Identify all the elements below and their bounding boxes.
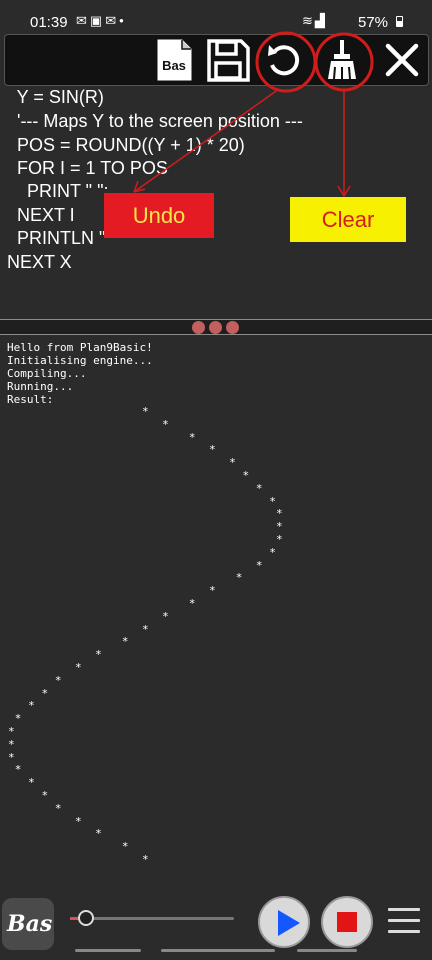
clear-button[interactable] [319, 37, 365, 83]
code-line: NEXT X [7, 252, 72, 272]
code-line: PRINT " "; [7, 181, 109, 201]
output-star: * [41, 686, 49, 700]
output-star: * [235, 571, 243, 585]
code-line: '--- Maps Y to the screen position --- [7, 111, 303, 131]
code-line: NEXT I [7, 205, 75, 225]
output-star: * [14, 712, 22, 726]
output-star: * [121, 635, 129, 649]
run-button[interactable] [258, 896, 310, 948]
clear-callout: Clear [290, 197, 406, 242]
speed-slider[interactable] [70, 917, 234, 920]
mail-icon: ✉ [76, 13, 90, 28]
code-line: Y = SIN(R) [7, 87, 104, 107]
output-star: * [142, 622, 149, 636]
output-star: * [41, 789, 49, 802]
output-star: * [121, 840, 129, 854]
wifi-icon: ≋ [302, 13, 315, 28]
bas-logo-button[interactable]: Bas [2, 898, 54, 950]
output-star: * [28, 699, 35, 713]
output-star: * [142, 405, 149, 418]
bas-file-label: Bas [162, 58, 186, 73]
battery-icon [396, 16, 403, 27]
output-star: * [14, 763, 22, 777]
output-star: * [276, 533, 283, 546]
status-time: 01:39 [30, 14, 68, 31]
splitter-handle-dot [209, 321, 222, 334]
mail-icon: ✉ [105, 13, 120, 28]
code-line: FOR I = 1 TO POS [7, 158, 168, 178]
image-icon: ▣ [89, 13, 106, 28]
output-star: * [95, 827, 102, 841]
output-star: * [75, 661, 82, 674]
output-star: * [276, 507, 283, 521]
console-line: Running... [7, 380, 74, 393]
notification-icons: ✉▣✉• [76, 13, 127, 29]
output-star: * [188, 430, 196, 444]
system-icons: ≋▟ [302, 13, 327, 29]
speed-slider-thumb[interactable] [78, 910, 95, 926]
bas-file-button[interactable]: Bas [151, 37, 197, 83]
splitter-handle-dot [226, 321, 239, 334]
output-star: * [162, 417, 169, 431]
output-star: * [269, 545, 276, 559]
output-star: * [8, 737, 15, 751]
output-star: * [242, 469, 250, 482]
output-star: * [209, 584, 216, 598]
output-star: * [229, 456, 236, 470]
output-star: * [209, 443, 216, 457]
output-star: * [188, 597, 196, 610]
signal-icon: ▟ [314, 13, 327, 28]
code-line: POS = ROUND((Y + 1) * 20) [7, 135, 245, 155]
output-star: * [255, 481, 263, 495]
output-star: * [269, 494, 276, 508]
editor-toolbar: Bas [4, 34, 429, 86]
menu-icon [388, 908, 420, 911]
battery-percent: 57% [358, 14, 389, 31]
console-line: Result: [7, 393, 54, 406]
output-star: * [54, 801, 62, 815]
output-star: * [255, 558, 263, 572]
undo-button[interactable] [261, 37, 307, 83]
play-icon [278, 910, 300, 936]
undo-callout: Undo [104, 193, 214, 238]
status-bar: 01:39 ✉▣✉• ≋▟ 57% [0, 0, 432, 34]
output-star: * [54, 673, 62, 687]
dot-icon: • [119, 13, 127, 28]
broom-icon [328, 40, 356, 80]
console-output: Hello from Plan9Basic! Initialising engi… [0, 336, 432, 892]
undo-icon [268, 45, 300, 76]
stop-icon [337, 912, 357, 932]
output-star: * [142, 853, 149, 866]
save-icon [207, 39, 250, 82]
pane-splitter[interactable] [0, 319, 432, 335]
bottom-bar: Bas [0, 892, 432, 960]
save-button[interactable] [205, 37, 251, 83]
bas-file-icon: Bas [157, 39, 192, 81]
bas-logo-label: Bas [7, 911, 53, 937]
close-button[interactable] [379, 37, 425, 83]
console-line: Compiling... [7, 367, 87, 380]
stop-button[interactable] [321, 896, 373, 948]
output-star: * [162, 609, 169, 623]
console-line: Hello from Plan9Basic! [7, 341, 153, 354]
output-star: * [276, 520, 283, 534]
console-line: Initialising engine... [7, 354, 153, 367]
nav-hint [75, 949, 141, 952]
close-icon [385, 43, 419, 77]
output-star: * [8, 725, 15, 738]
nav-hint [297, 949, 357, 952]
code-line: PRINTLN "*" [7, 228, 119, 248]
menu-button[interactable] [388, 908, 420, 934]
output-star: * [8, 750, 15, 764]
nav-hint [161, 949, 275, 952]
output-star: * [28, 776, 35, 790]
output-star: * [95, 648, 102, 662]
output-star: * [75, 814, 82, 828]
splitter-handle-dot [192, 321, 205, 334]
